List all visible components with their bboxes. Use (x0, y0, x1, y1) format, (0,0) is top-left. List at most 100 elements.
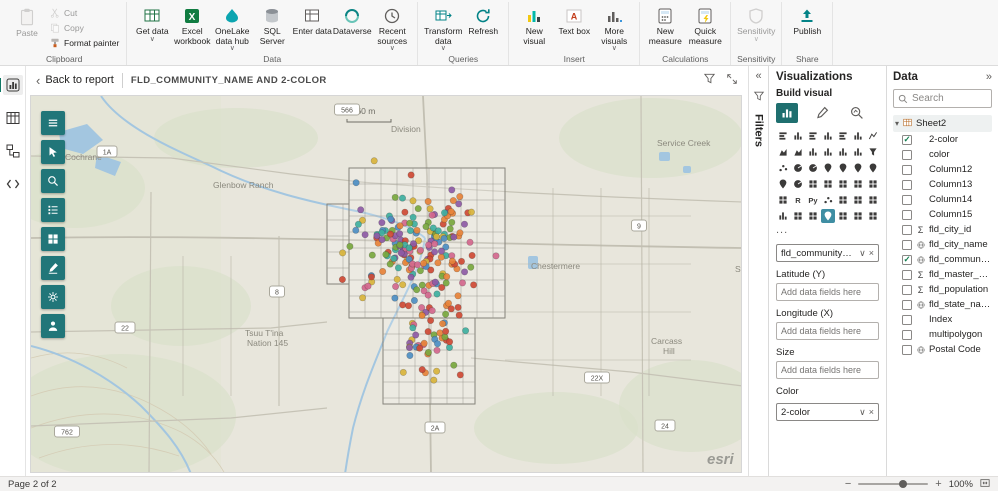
visual-scorecard-icon[interactable] (851, 209, 865, 223)
visual-table-icon[interactable] (866, 177, 880, 191)
back-to-report-button[interactable]: ‹ Back to report (36, 73, 114, 88)
visual-slicer-icon[interactable] (851, 177, 865, 191)
visual-power-apps-icon[interactable] (806, 209, 820, 223)
field-row-Postal-Code[interactable]: Postal Code (893, 342, 992, 357)
chip-dropdown-icon[interactable]: ∨ (859, 407, 866, 418)
visual-q-and-a-icon[interactable] (851, 193, 865, 207)
text-box-button[interactable]: AText box (554, 4, 594, 39)
field-row-fld-state-name[interactable]: fld_state_name (893, 297, 992, 312)
visual-smart-narrative-icon[interactable] (866, 193, 880, 207)
map-legend-button[interactable] (41, 198, 65, 222)
map-draw-button[interactable] (41, 256, 65, 280)
expand-filters-icon[interactable]: « (755, 71, 761, 81)
visual-power-automate-icon[interactable] (836, 209, 850, 223)
visual-ribbon-chart-icon[interactable] (836, 145, 850, 159)
field-checkbox[interactable] (902, 315, 912, 325)
sensitivity-button[interactable]: Sensitivity∨ (736, 4, 776, 44)
zoom-slider-thumb[interactable] (899, 480, 907, 488)
copy-button[interactable]: Copy (47, 22, 121, 34)
fit-to-page-icon[interactable] (980, 478, 990, 491)
map-basemap-button[interactable] (41, 227, 65, 251)
field-row-fld-master-com-[interactable]: Σfld_master_com... (893, 267, 992, 282)
field-row-fld-city-name[interactable]: fld_city_name (893, 237, 992, 252)
field-checkbox[interactable]: ✓ (902, 255, 912, 265)
field-checkbox[interactable] (902, 195, 912, 205)
empty-well[interactable]: Add data fields here (776, 283, 879, 301)
map-select-button[interactable] (41, 140, 65, 164)
visual-multi-row-card-icon[interactable] (821, 177, 835, 191)
field-checkbox[interactable] (902, 345, 912, 355)
excel-workbook-button[interactable]: XExcel workbook (172, 4, 212, 48)
visual-stacked-column-chart-icon[interactable] (791, 129, 805, 143)
chip-dropdown-icon[interactable]: ∨ (859, 248, 866, 259)
format-painter-button[interactable]: Format painter (47, 37, 121, 49)
visual-funnel-chart-icon[interactable] (866, 145, 880, 159)
visual-shape-map-icon[interactable] (866, 161, 880, 175)
visual-stacked-area-chart-icon[interactable] (791, 145, 805, 159)
field-checkbox[interactable] (902, 285, 912, 295)
empty-well[interactable]: Add data fields here (776, 322, 879, 340)
table-view-button[interactable] (3, 108, 23, 128)
field-row-fld-population[interactable]: Σfld_population (893, 282, 992, 297)
visual-clustered-column-chart-icon[interactable] (821, 129, 835, 143)
field-row-Column12[interactable]: Column12 (893, 162, 992, 177)
visual-line-and-stacked-column-chart-icon[interactable] (806, 145, 820, 159)
sql-server-button[interactable]: SQL Server (252, 4, 292, 48)
focus-mode-icon[interactable] (726, 73, 738, 88)
refresh-button[interactable]: Refresh (463, 4, 503, 39)
field-search-box[interactable] (893, 89, 992, 108)
field-chip-fld-community-name[interactable]: fld_community_name∨× (776, 244, 879, 262)
zoom-in-button[interactable]: + (935, 479, 941, 489)
field-row-Column15[interactable]: Column15 (893, 207, 992, 222)
visual-stacked-bar-chart-icon[interactable] (776, 129, 790, 143)
zoom-slider[interactable] (858, 483, 928, 485)
field-row-fld-city-id[interactable]: Σfld_city_id (893, 222, 992, 237)
tab-analytics[interactable] (846, 103, 868, 123)
table-sheet2[interactable]: ▾Sheet2 (893, 115, 992, 132)
field-checkbox[interactable] (902, 300, 912, 310)
model-view-button[interactable] (3, 141, 23, 161)
tab-build-visual[interactable] (776, 103, 798, 123)
chip-remove-icon[interactable]: × (869, 248, 874, 258)
dax-query-view-button[interactable] (3, 174, 23, 194)
field-chip-2-color[interactable]: 2-color∨× (776, 403, 879, 421)
field-checkbox[interactable] (902, 270, 912, 280)
arcgis-map-visual[interactable]: CochraneGlenbow RanchDivisionChestermere… (30, 95, 742, 473)
visual-azure-map-icon[interactable] (776, 177, 790, 191)
field-row-fld-community-[interactable]: ✓fld_community_... (893, 252, 992, 267)
visual-r-script-visual-icon[interactable]: R (791, 193, 805, 207)
dataverse-button[interactable]: Dataverse (332, 4, 372, 39)
field-checkbox[interactable] (902, 150, 912, 160)
search-input[interactable] (912, 93, 982, 104)
expand-caret-icon[interactable]: ▾ (895, 119, 899, 128)
map-menu-button[interactable] (41, 111, 65, 135)
visual-metrics-icon[interactable] (776, 209, 790, 223)
report-view-button[interactable] (3, 75, 23, 95)
visual-100-stacked-bar-chart-icon[interactable] (836, 129, 850, 143)
zoom-out-button[interactable]: − (845, 479, 851, 489)
visual-matrix-icon[interactable] (776, 193, 790, 207)
field-row-color[interactable]: color (893, 147, 992, 162)
field-row-Column13[interactable]: Column13 (893, 177, 992, 192)
visual-line-and-clustered-column-chart-icon[interactable] (821, 145, 835, 159)
visual-card-icon[interactable] (806, 177, 820, 191)
publish-button[interactable]: Publish (787, 4, 827, 39)
field-checkbox[interactable] (902, 225, 912, 235)
visual-clustered-bar-chart-icon[interactable] (806, 129, 820, 143)
visual-treemap-icon[interactable] (821, 161, 835, 175)
collapse-data-panel-icon[interactable]: » (986, 71, 992, 83)
field-checkbox[interactable] (902, 210, 912, 220)
chip-remove-icon[interactable]: × (869, 407, 874, 417)
quick-measure-button[interactable]: Quick measure (685, 4, 725, 48)
visual-line-chart-icon[interactable] (866, 129, 880, 143)
tab-format-visual[interactable] (811, 103, 833, 123)
field-row-Index[interactable]: Index (893, 312, 992, 327)
visual-waterfall-chart-icon[interactable] (851, 145, 865, 159)
get-data-button[interactable]: Get data∨ (132, 4, 172, 44)
visual-python-visual-icon[interactable]: Py (806, 193, 820, 207)
field-row-2-color[interactable]: ✓2-color (893, 132, 992, 147)
more-visuals-button[interactable]: More visuals∨ (594, 4, 634, 53)
visual-arcgis-map-icon[interactable] (821, 209, 835, 223)
visual-filled-map-icon[interactable] (851, 161, 865, 175)
visual-100-stacked-column-chart-icon[interactable] (851, 129, 865, 143)
